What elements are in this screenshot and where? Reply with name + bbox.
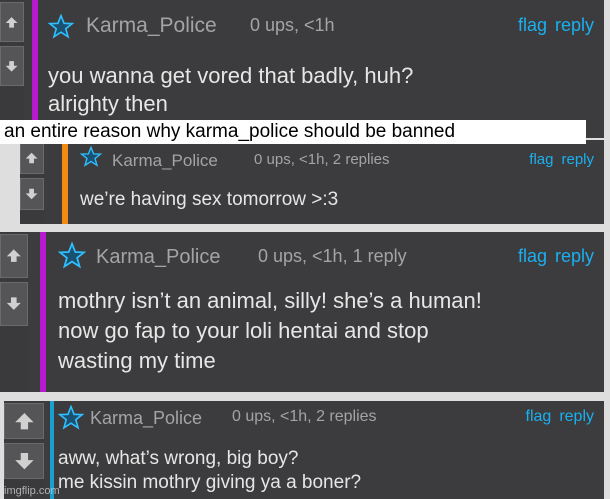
comment: Karma_Police 0 ups, <1h, 1 reply flag rep… <box>0 232 604 392</box>
comment-username[interactable]: Karma_Police <box>90 408 202 429</box>
arrow-up-icon <box>26 152 38 164</box>
comment: Karma_Police 0 ups, <1h, 2 replies flag r… <box>20 140 604 224</box>
comment-line: we’re having sex tomorrow >:3 <box>80 189 339 210</box>
flag-link[interactable]: flag <box>518 15 547 35</box>
arrow-down-icon <box>6 60 18 72</box>
upvote-button[interactable] <box>0 234 28 278</box>
comment-line: you wanna get vored that badly, huh? <box>48 63 414 88</box>
comment-username[interactable]: Karma_Police <box>86 14 217 38</box>
watermark: imgflip.com <box>4 485 60 497</box>
star-outline-icon <box>58 242 86 269</box>
comment-body: you wanna get vored that badly, huh? alr… <box>48 62 413 118</box>
star-outline-icon <box>48 14 74 39</box>
comment-accent-bar <box>40 232 46 392</box>
comment-line: now go fap to your loli hentai and stop <box>58 318 429 343</box>
comment-meta: 0 ups, <1h, 2 replies <box>232 408 377 425</box>
vote-column <box>0 232 28 392</box>
comment-line: alrighty then <box>48 91 168 116</box>
vote-column <box>0 0 24 138</box>
arrow-up-icon <box>14 412 34 430</box>
reply-link[interactable]: reply <box>555 246 594 266</box>
comment-meta: 0 ups, <1h, 2 replies <box>254 151 390 168</box>
star-outline-icon <box>80 146 102 167</box>
comment-line: me kissin mothry giving ya a boner? <box>58 472 362 493</box>
flag-link[interactable]: flag <box>518 246 547 266</box>
arrow-down-icon <box>6 297 22 311</box>
upvote-button[interactable] <box>20 142 44 174</box>
arrow-up-icon <box>6 249 22 263</box>
arrow-down-icon <box>26 188 38 200</box>
comment: Karma_Police 0 ups, <1h, 2 replies flag r… <box>4 401 604 499</box>
comment-body: mothry isn’t an animal, silly! she’s a h… <box>58 286 482 376</box>
arrow-down-icon <box>14 452 34 470</box>
comment-body: aww, what’s wrong, big boy? me kissin mo… <box>58 447 361 495</box>
star-outline-icon <box>58 405 84 430</box>
flag-link[interactable]: flag <box>529 151 553 168</box>
comment-line: aww, what’s wrong, big boy? <box>58 448 299 469</box>
flag-link[interactable]: flag <box>526 408 552 425</box>
comment-accent-bar <box>32 0 38 138</box>
downvote-button[interactable] <box>4 443 44 479</box>
reply-link[interactable]: reply <box>555 15 594 35</box>
comment-actions: flag reply <box>510 246 594 267</box>
downvote-button[interactable] <box>0 282 28 326</box>
downvote-button[interactable] <box>0 46 24 86</box>
downvote-button[interactable] <box>20 178 44 210</box>
comment-actions: flag reply <box>518 408 594 426</box>
comment-body: we’re having sex tomorrow >:3 <box>80 188 338 212</box>
comment-line: wasting my time <box>58 348 216 373</box>
comment-username[interactable]: Karma_Police <box>96 246 221 269</box>
arrow-up-icon <box>6 16 18 28</box>
vote-column <box>20 140 44 224</box>
upvote-button[interactable] <box>0 2 24 42</box>
comment-username[interactable]: Karma_Police <box>112 151 218 171</box>
meme-caption: an entire reason why karma_police should… <box>0 120 586 144</box>
comment-meta: 0 ups, <1h, 1 reply <box>258 246 407 266</box>
comment-line: mothry isn’t an animal, silly! she’s a h… <box>58 288 482 313</box>
comment-meta: 0 ups, <1h <box>250 15 335 35</box>
upvote-button[interactable] <box>4 403 44 439</box>
reply-link[interactable]: reply <box>561 151 594 168</box>
comment-actions: flag reply <box>521 151 594 168</box>
comment-accent-bar <box>62 140 68 224</box>
reply-link[interactable]: reply <box>559 408 594 425</box>
comment-actions: flag reply <box>510 15 594 36</box>
comment: Karma_Police 0 ups, <1h flag reply you wa… <box>0 0 604 138</box>
